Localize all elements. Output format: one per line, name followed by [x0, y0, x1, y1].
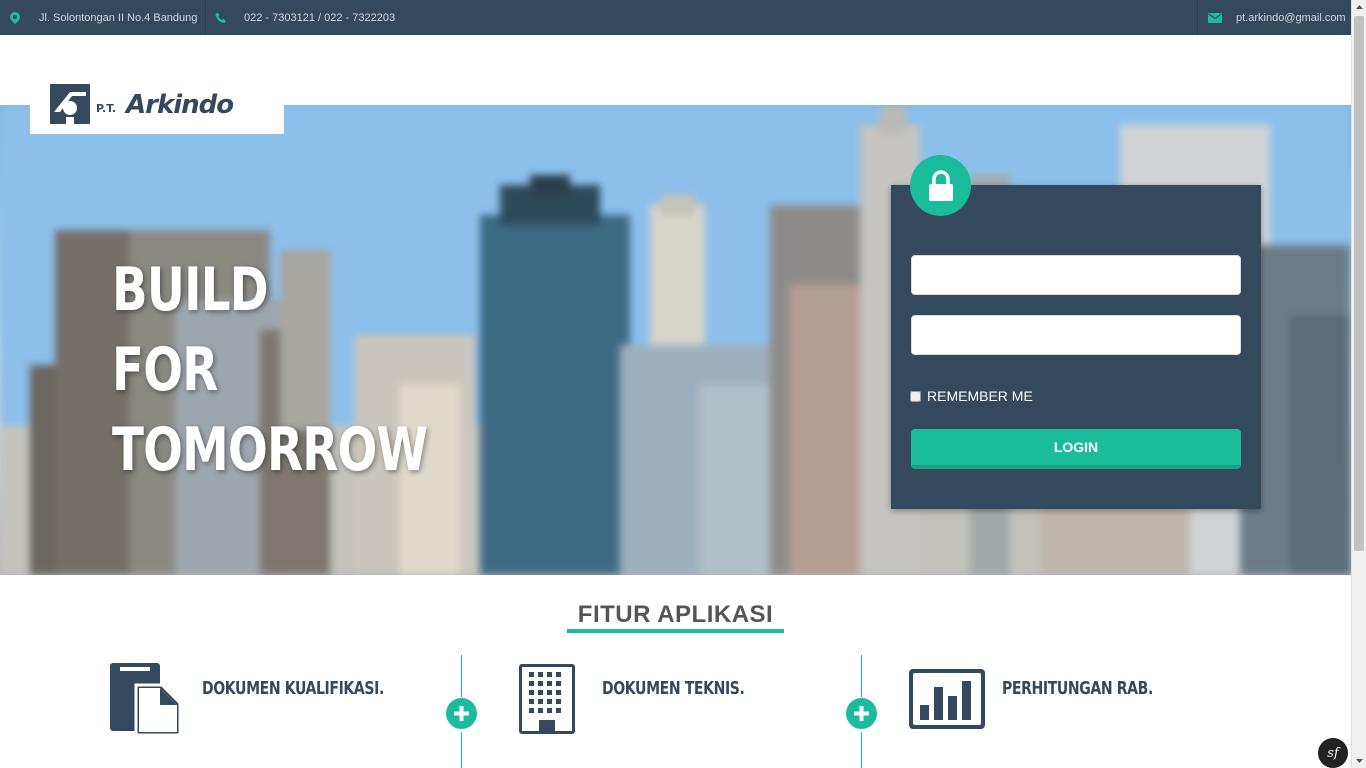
map-marker-icon [10, 11, 20, 24]
address-item: Jl. Solontongan II No.4 Bandung [10, 0, 197, 35]
hero-line-1: BUILD [112, 255, 269, 325]
svg-text:P.T.: P.T. [96, 102, 116, 115]
hero-line-3: TOMORROW [112, 415, 428, 485]
divider-line [461, 655, 462, 697]
phone-icon [215, 12, 227, 24]
divider [205, 0, 206, 35]
arkindo-logo-icon: P.T. Arkindo [50, 84, 234, 124]
feature-label-teknis: DOKUMEN TEKNIS. [602, 678, 745, 699]
phone-text: 022 - 7303121 / 022 - 7322203 [244, 11, 396, 24]
scroll-down-icon[interactable] [1352, 753, 1366, 768]
remember-me-checkbox[interactable] [910, 390, 921, 402]
username-field[interactable] [911, 255, 1241, 295]
password-field[interactable] [911, 315, 1241, 355]
document-icon [110, 663, 182, 735]
building-icon [519, 664, 575, 734]
envelope-icon [1208, 12, 1222, 23]
features-title-underline [567, 629, 784, 633]
divider-line [461, 732, 462, 768]
scrollbar-thumb[interactable] [1354, 16, 1364, 551]
feature-label-rab: PERHITUNGAN RAB. [1002, 678, 1153, 699]
email-link[interactable]: pt.arkindo@gmail.com [1236, 12, 1346, 24]
vertical-scrollbar[interactable] [1351, 0, 1366, 768]
plus-icon [846, 698, 877, 729]
top-info-bar: Jl. Solontongan II No.4 Bandung 022 - 73… [0, 0, 1351, 35]
logo[interactable]: P.T. Arkindo [30, 70, 284, 134]
lock-badge [910, 155, 971, 216]
svg-text:Arkindo: Arkindo [124, 90, 233, 120]
features-title: FITUR APLIKASI [577, 601, 774, 628]
hero-line-2: FOR [112, 335, 218, 405]
divider [1197, 0, 1198, 35]
feature-label-kualifikasi: DOKUMEN KUALIFIKASI. [202, 678, 384, 699]
login-button[interactable]: LOGIN [911, 429, 1241, 469]
email-item[interactable]: pt.arkindo@gmail.com [1208, 0, 1346, 35]
phone-item: 022 - 7303121 / 022 - 7322203 [215, 0, 395, 35]
symfony-debug-icon[interactable]: sf [1318, 738, 1348, 768]
remember-me-label: REMEMBER ME [927, 388, 1033, 404]
address-text: Jl. Solontongan II No.4 Bandung [39, 11, 198, 24]
bar-chart-icon [909, 669, 985, 729]
login-panel: REMEMBER ME LOGIN [891, 185, 1261, 509]
lock-icon [928, 169, 953, 201]
plus-icon [446, 698, 477, 729]
divider-line [861, 655, 862, 697]
remember-me-option[interactable]: REMEMBER ME [910, 388, 1033, 404]
scroll-up-icon[interactable] [1352, 0, 1366, 15]
divider-line [861, 732, 862, 768]
